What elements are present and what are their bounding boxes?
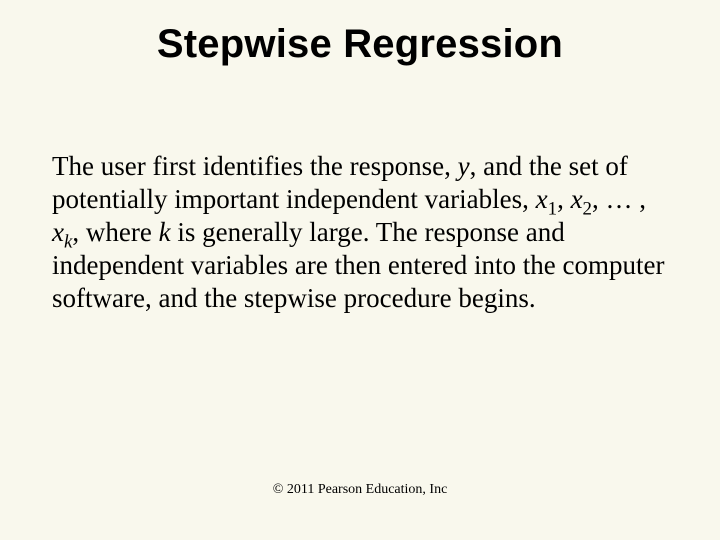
var-x2: x: [571, 184, 583, 214]
ellipsis: , … ,: [592, 184, 646, 214]
sub-2: 2: [583, 198, 592, 219]
var-x1: x: [536, 184, 548, 214]
copyright-footer: © 2011 Pearson Education, Inc: [0, 482, 720, 498]
var-xk: x: [52, 217, 64, 247]
body-text: , where: [72, 217, 158, 247]
var-k: k: [159, 217, 171, 247]
slide-title: Stepwise Regression: [0, 0, 720, 67]
body-text: The user first identifies the response,: [52, 151, 458, 181]
comma: ,: [557, 184, 571, 214]
var-y: y: [458, 151, 470, 181]
slide-body: The user first identifies the response, …: [52, 150, 668, 315]
slide: Stepwise Regression The user first ident…: [0, 0, 720, 540]
